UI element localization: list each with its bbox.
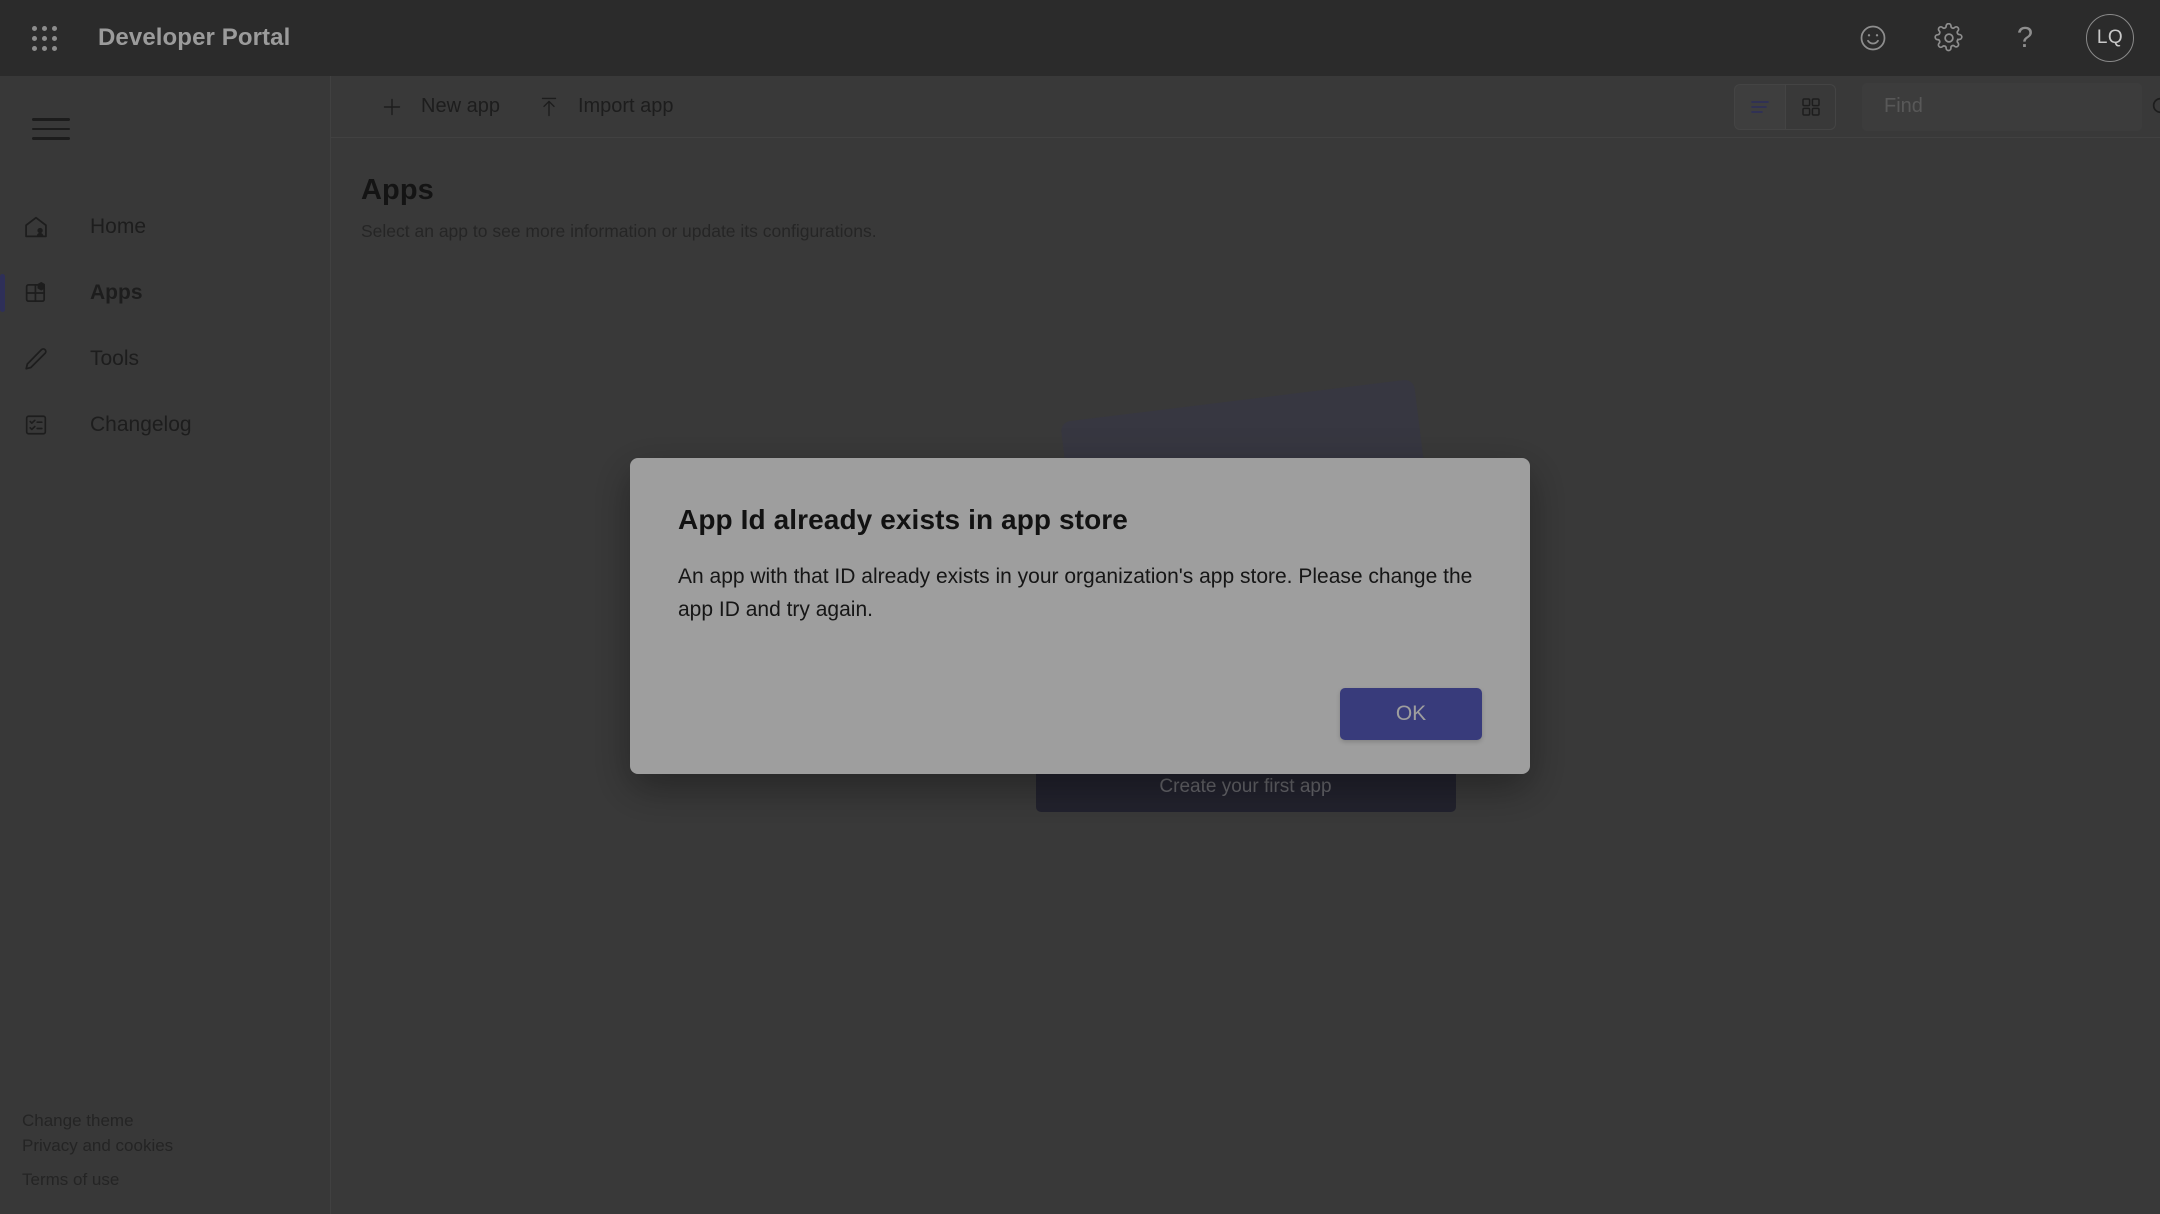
page-title: Developer Portal	[98, 24, 291, 51]
gear-icon[interactable]	[1928, 17, 1970, 59]
header-actions: ? LQ	[1852, 14, 2134, 62]
top-header-bar: Developer Portal ? LQ	[0, 0, 2160, 76]
help-glyph: ?	[2016, 21, 2034, 54]
question-mark-icon[interactable]: ?	[2004, 17, 2046, 59]
app-launcher-grid-icon[interactable]	[22, 16, 66, 60]
app-root: Developer Portal ? LQ Home Apps Tools Ch…	[0, 0, 2160, 1214]
body-row: Home Apps Tools Changelog Change theme P…	[0, 76, 2160, 1214]
avatar[interactable]: LQ	[2086, 14, 2134, 62]
modal-overlay[interactable]	[0, 76, 2160, 1214]
avatar-initials: LQ	[2096, 27, 2124, 48]
feedback-smiley-icon[interactable]	[1852, 17, 1894, 59]
